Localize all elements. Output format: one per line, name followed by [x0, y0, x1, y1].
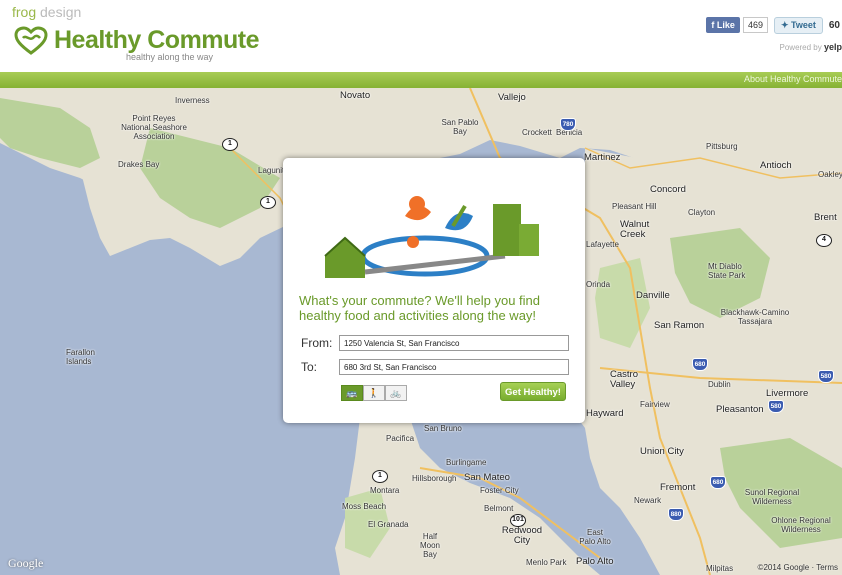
interstate-780-shield-icon: 780	[560, 118, 576, 131]
map-label-moss-beach: Moss Beach	[342, 502, 387, 511]
header: frog design Healthy Commute healthy alon…	[0, 0, 842, 72]
map-label-foster-city: Foster City	[480, 486, 519, 495]
map-label-mt-diablo: Mt Diablo State Park	[708, 262, 746, 280]
map-label-montara: Montara	[370, 486, 400, 495]
map-label-burlingame: Burlingame	[446, 458, 487, 467]
facebook-like-button[interactable]: f Like	[706, 17, 740, 33]
map-label-el-granada: El Granada	[368, 520, 409, 529]
map-label-fairview: Fairview	[640, 400, 670, 409]
map-label-hayward: Hayward	[586, 408, 624, 419]
to-input[interactable]	[339, 359, 569, 375]
to-label: To:	[301, 360, 318, 374]
map-label-pleasanton: Pleasanton	[716, 404, 764, 415]
map-label-clayton: Clayton	[688, 208, 716, 217]
map-label-san-mateo: San Mateo	[464, 472, 510, 483]
map-label-east-palo-alto: East Palo Alto	[579, 528, 611, 546]
facebook-like[interactable]: f Like 469	[706, 17, 768, 34]
map-label-pacifica: Pacifica	[386, 434, 415, 443]
map-label-point-reyes: Point Reyes National Seashore Associatio…	[121, 114, 187, 141]
map-label-livermore: Livermore	[766, 388, 809, 399]
heart-logo-icon	[14, 26, 48, 55]
map-label-hillsborough: Hillsborough	[412, 474, 457, 483]
interstate-680-shield-icon: 680	[710, 476, 726, 489]
brand-suffix: design	[40, 4, 82, 20]
map-label-walnut-creek: Walnut Creek	[620, 219, 650, 240]
map-label-belmont: Belmont	[484, 504, 514, 513]
map-label-sunol: Sunol Regional Wilderness	[744, 488, 800, 506]
about-link[interactable]: About Healthy Commute	[744, 74, 842, 84]
google-logo[interactable]: Google	[8, 556, 43, 571]
map-label-martinez: Martinez	[584, 152, 621, 163]
yelp-logo[interactable]: yelp	[824, 42, 842, 52]
map-label-san-bruno: San Bruno	[424, 424, 462, 433]
interstate-680-shield-icon: 680	[692, 358, 708, 371]
map-label-san-ramon: San Ramon	[654, 320, 705, 331]
highway-1-shield-icon: 1	[260, 196, 276, 209]
tweet-count: 60	[828, 19, 840, 31]
transit-mode-icon[interactable]: 🚌	[341, 385, 363, 401]
get-healthy-button[interactable]: Get Healthy!	[500, 382, 566, 401]
map-label-farallon: Farallon Islands	[66, 348, 95, 366]
map-label-san-pablo-bay: San Pablo Bay	[441, 118, 479, 136]
tweet-label: Tweet	[791, 19, 816, 30]
highway-4-shield-icon: 4	[816, 234, 832, 247]
interstate-580-shield-icon: 580	[818, 370, 834, 383]
powered-by: Powered by yelp	[780, 42, 842, 52]
commute-dialog: What's your commute? We'll help you find…	[283, 158, 585, 423]
brand-prefix: frog	[12, 4, 37, 20]
app-window: frog design Healthy Commute healthy alon…	[0, 0, 842, 575]
commute-tagline: What's your commute? We'll help you find…	[299, 293, 540, 323]
from-label: From:	[301, 336, 333, 350]
nav-bar: About Healthy Commute	[0, 72, 842, 88]
map-label-menlo-park: Menlo Park	[526, 558, 567, 567]
facebook-icon: f	[711, 20, 715, 30]
from-input[interactable]	[339, 335, 569, 351]
frog-design-brand[interactable]: frog design	[12, 4, 81, 20]
highway-1-shield-icon: 1	[222, 138, 238, 151]
highway-101-shield-icon: 101	[510, 514, 526, 527]
map-copyright: ©2014 Google · Terms	[757, 563, 838, 572]
interstate-880-shield-icon: 880	[668, 508, 684, 521]
map-label-newark: Newark	[634, 496, 662, 505]
map-label-fremont: Fremont	[660, 482, 696, 493]
tweet-button[interactable]: ✦ Tweet	[773, 16, 823, 34]
map-label-redwood-city: Redwood City	[501, 525, 543, 546]
map-label-antioch: Antioch	[760, 160, 792, 171]
map-label-oakley: Oakley	[818, 170, 842, 179]
twitter-bird-icon: ✦	[780, 19, 789, 30]
bike-mode-icon[interactable]: 🚲	[385, 385, 407, 401]
app-title[interactable]: Healthy Commute	[54, 26, 260, 55]
map-label-danville: Danville	[636, 290, 670, 301]
healthy-commute-illustration-icon	[324, 196, 539, 278]
powered-by-label: Powered by	[779, 43, 822, 52]
walk-mode-icon[interactable]: 🚶	[363, 385, 385, 401]
map-label-palo-alto: Palo Alto	[576, 556, 614, 567]
highway-1-shield-icon: 1	[372, 470, 388, 483]
app-tagline: healthy along the way	[126, 52, 214, 62]
map-label-lafayette: Lafayette	[586, 240, 619, 249]
map-label-vallejo: Vallejo	[498, 92, 526, 103]
interstate-580-shield-icon: 580	[768, 400, 784, 413]
map-label-milpitas: Milpitas	[706, 564, 734, 573]
map-label-blackhawk: Blackhawk-Camino Tassajara	[720, 308, 790, 326]
map-label-concord: Concord	[650, 184, 686, 195]
map-label-union-city: Union City	[640, 446, 684, 457]
map-label-novato: Novato	[340, 90, 371, 101]
map-label-drakes-bay: Drakes Bay	[118, 160, 160, 169]
map-label-half-moon-bay: Half Moon Bay	[419, 532, 440, 559]
travel-mode-selector: 🚌 🚶 🚲	[341, 385, 407, 401]
map-label-crockett: Crockett	[522, 128, 552, 137]
map-label-ohlone: Ohlone Regional Wilderness	[771, 516, 831, 534]
facebook-like-count: 469	[742, 17, 768, 33]
map-label-pleasant-hill: Pleasant Hill	[612, 202, 657, 211]
facebook-like-label: Like	[716, 20, 735, 30]
map-label-brentwood: Brent	[814, 212, 837, 223]
map-label-orinda: Orinda	[586, 280, 611, 289]
social-bar: f Like 469 ✦ Tweet 60	[706, 16, 842, 34]
map-label-pittsburg: Pittsburg	[706, 142, 738, 151]
map-label-inverness: Inverness	[175, 96, 210, 105]
map-label-dublin: Dublin	[708, 380, 731, 389]
map-label-castro-valley: Castro Valley	[610, 369, 638, 390]
